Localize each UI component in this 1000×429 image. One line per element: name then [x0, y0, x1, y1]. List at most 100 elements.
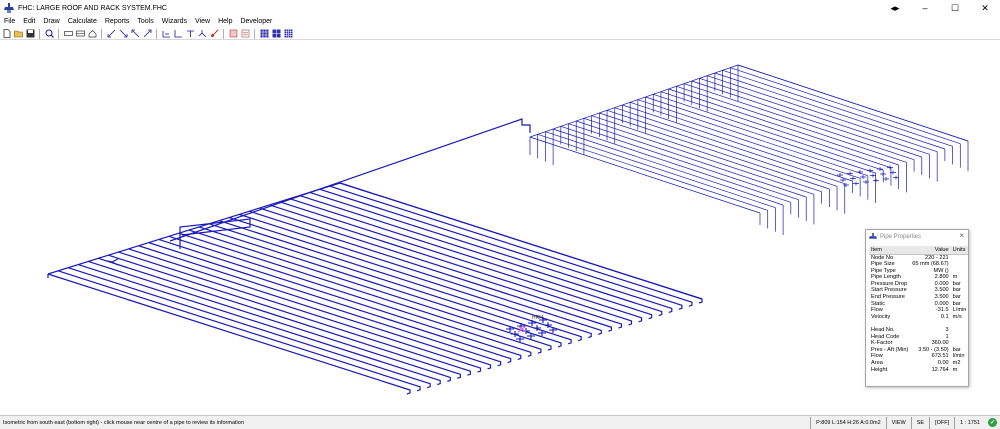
- property-row: Velocity 0.1 m/s: [869, 314, 968, 321]
- property-value: 0.000: [934, 300, 949, 307]
- rack-head-node[interactable]: [847, 171, 853, 176]
- riser-pipe[interactable]: [110, 258, 119, 266]
- menu-tools[interactable]: Tools: [133, 18, 157, 25]
- open-folder-icon[interactable]: [13, 29, 24, 39]
- property-value: 0.1: [940, 313, 949, 320]
- property-value: 3.500: [934, 287, 949, 294]
- property-units: m: [952, 274, 958, 281]
- rack-head-node[interactable]: [853, 181, 859, 186]
- rack-branch-pipe[interactable]: [583, 118, 815, 225]
- rack-branch-pipe[interactable]: [545, 131, 776, 232]
- property-value: 3.500: [934, 294, 949, 301]
- head-node[interactable]: [511, 331, 519, 337]
- drawing-canvas[interactable]: HRH: [0, 41, 1000, 412]
- property-units: bar: [952, 346, 961, 353]
- property-value: [910, 320, 950, 327]
- property-units: m2: [952, 360, 961, 366]
- grid-a-icon[interactable]: [259, 29, 270, 39]
- menu-reports[interactable]: Reports: [101, 18, 134, 25]
- pipe-c-icon[interactable]: [185, 29, 196, 39]
- rack-head-node[interactable]: [870, 173, 876, 178]
- property-row: Pressure Drop 0.000 bar: [869, 281, 968, 288]
- rack-branch-pipe[interactable]: [575, 120, 807, 221]
- rack-branch-pipe[interactable]: [537, 134, 769, 229]
- rack-head-node[interactable]: [860, 175, 866, 179]
- column-header-units: Units: [950, 246, 969, 255]
- property-units: [951, 254, 969, 261]
- window-title: FHC: LARGE ROOF AND RACK SYSTEM.FHC: [18, 4, 167, 12]
- arrow-nw-icon[interactable]: [130, 29, 141, 39]
- menu-file[interactable]: File: [0, 18, 19, 25]
- feed-main-pipe[interactable]: [169, 118, 531, 242]
- isometric-drawing[interactable]: HRH: [0, 41, 1000, 412]
- pipe-a-icon[interactable]: [161, 29, 172, 39]
- property-units: bar: [952, 287, 961, 294]
- menu-help[interactable]: Help: [214, 18, 236, 25]
- property-value: MW (): [933, 267, 949, 274]
- brush-icon[interactable]: [209, 29, 220, 39]
- property-value: 0.00: [937, 360, 949, 366]
- property-value: 3: [945, 327, 949, 334]
- property-value: 12.764: [931, 366, 949, 373]
- menu-calculate[interactable]: Calculate: [64, 18, 101, 25]
- property-item: Pipe Type: [871, 267, 896, 274]
- pipe-b-icon[interactable]: [173, 29, 184, 39]
- rack-head-node[interactable]: [873, 178, 879, 183]
- pipe-d-icon[interactable]: [197, 29, 208, 39]
- rack-head-node[interactable]: [883, 177, 889, 181]
- property-row: Pipe Size 65 mm (68.67): [869, 261, 968, 268]
- status-direction: SE: [910, 416, 929, 429]
- minimize-button[interactable]: –: [910, 0, 940, 16]
- property-units: bar: [952, 294, 961, 301]
- rack-head-node[interactable]: [877, 167, 883, 171]
- status-scale: 1 : 1751: [954, 416, 985, 429]
- property-units: m: [952, 366, 958, 373]
- rack-head-node[interactable]: [850, 176, 856, 181]
- restore-arrows-icon[interactable]: ◂▸: [880, 0, 910, 16]
- property-row: Static 0.000 bar: [869, 301, 968, 308]
- check-ok-icon: ✔: [988, 418, 997, 427]
- arrow-ne-icon[interactable]: [142, 29, 153, 39]
- property-item: [869, 320, 910, 327]
- rack-branch-pipe[interactable]: [552, 128, 784, 235]
- rack-head-node[interactable]: [887, 165, 893, 170]
- property-row: K-Factor 360.00: [869, 340, 968, 347]
- arrow-se-icon[interactable]: [118, 29, 129, 39]
- rect-b-icon[interactable]: [75, 29, 86, 39]
- menu-wizards[interactable]: Wizards: [158, 18, 191, 25]
- menu-view[interactable]: View: [191, 18, 214, 25]
- rack-head-node[interactable]: [880, 172, 886, 176]
- toolbar-separator: [39, 28, 40, 39]
- property-item: Velocity: [871, 313, 891, 320]
- property-item: Pres - Aft (Min): [871, 346, 909, 353]
- zoom-icon[interactable]: [44, 29, 55, 39]
- rect-a-icon[interactable]: [63, 29, 74, 39]
- property-item: Pressure Drop: [871, 280, 908, 287]
- grid-b-icon[interactable]: [271, 29, 282, 39]
- property-item: Head Code: [871, 333, 900, 340]
- close-icon[interactable]: ×: [959, 231, 964, 240]
- property-row: Head No. 3: [869, 327, 968, 334]
- menu-developer[interactable]: Developer: [236, 18, 276, 25]
- property-row: Pipe Type MW (): [869, 268, 968, 275]
- grid-c-icon[interactable]: [283, 29, 294, 39]
- rack-head-node[interactable]: [893, 175, 899, 180]
- menu-draw[interactable]: Draw: [39, 18, 63, 25]
- report-b-icon[interactable]: [240, 29, 251, 39]
- home-icon[interactable]: [87, 29, 98, 39]
- property-value: 3.50 - (3.50): [918, 346, 949, 353]
- property-value: 673.51: [931, 353, 949, 360]
- new-file-icon[interactable]: [1, 29, 12, 39]
- close-button[interactable]: ✕: [970, 0, 1000, 16]
- property-item: Area: [871, 360, 883, 366]
- maximize-button[interactable]: ☐: [940, 0, 970, 16]
- menu-edit[interactable]: Edit: [19, 18, 39, 25]
- property-row: Head Code 1: [869, 334, 968, 341]
- report-a-icon[interactable]: [228, 29, 239, 39]
- property-item: Pipe Length: [871, 274, 901, 281]
- rack-main-pipe[interactable]: [529, 64, 739, 138]
- save-disk-icon[interactable]: [25, 29, 36, 39]
- property-value: 1: [945, 333, 949, 340]
- arrow-sw-icon[interactable]: [106, 29, 117, 39]
- rack-side-pipe[interactable]: [737, 64, 969, 142]
